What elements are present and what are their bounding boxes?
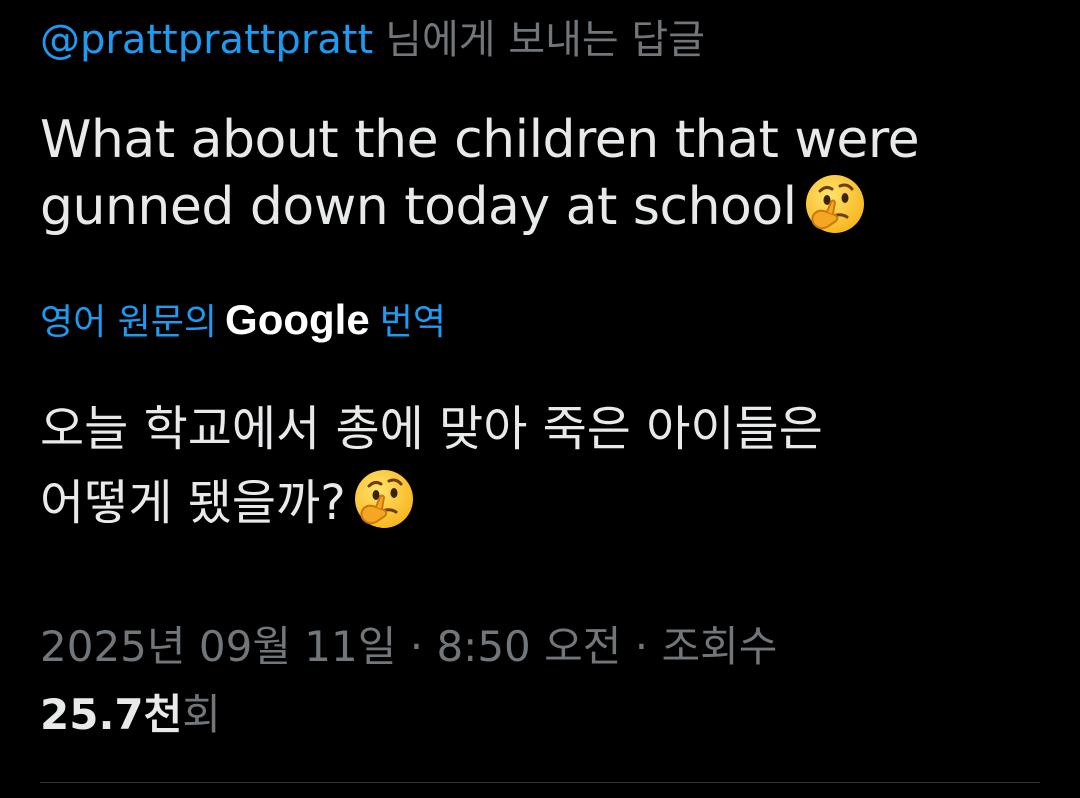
translated-text: 오늘 학교에서 총에 맞아 죽은 아이들은 어떻게 됐을까? <box>40 392 1040 552</box>
translation-label: 번역 <box>379 302 446 343</box>
view-count-value: 25.7천 <box>40 690 183 739</box>
translation-source-label: 영어 원문의 <box>40 302 218 343</box>
thinking-face-icon <box>352 467 416 552</box>
translated-text-line: 어떻게 됐을까? <box>40 475 346 531</box>
google-logo: Google <box>225 296 370 343</box>
mention-link[interactable]: @prattprattpratt <box>40 17 373 63</box>
translated-text-line-with-emoji: 어떻게 됐을까? <box>40 466 1040 552</box>
tweet-text-line: What about the children that were <box>40 110 920 170</box>
translated-text-line: 오늘 학교에서 총에 맞아 죽은 아이들은 <box>40 401 823 457</box>
tweet-text-line-with-emoji: gunned down today at school <box>40 172 1040 251</box>
reply-context-label: 님에게 보내는 답글 <box>385 17 705 63</box>
divider <box>40 782 1040 783</box>
translation-header[interactable]: 영어 원문의 Google 번역 <box>40 294 446 349</box>
view-count[interactable]: 25.7천회 <box>40 686 221 744</box>
timestamp-views-line: 2025년 09월 11일 · 8:50 오전 · 조회수 <box>40 622 778 671</box>
tweet-text-line: gunned down today at school <box>40 177 797 237</box>
reply-context: @prattprattpratt 님에게 보내는 답글 <box>40 14 705 66</box>
tweet-text: What about the children that were gunned… <box>40 108 1040 251</box>
thinking-face-icon <box>803 172 867 251</box>
view-count-unit: 회 <box>182 690 221 739</box>
